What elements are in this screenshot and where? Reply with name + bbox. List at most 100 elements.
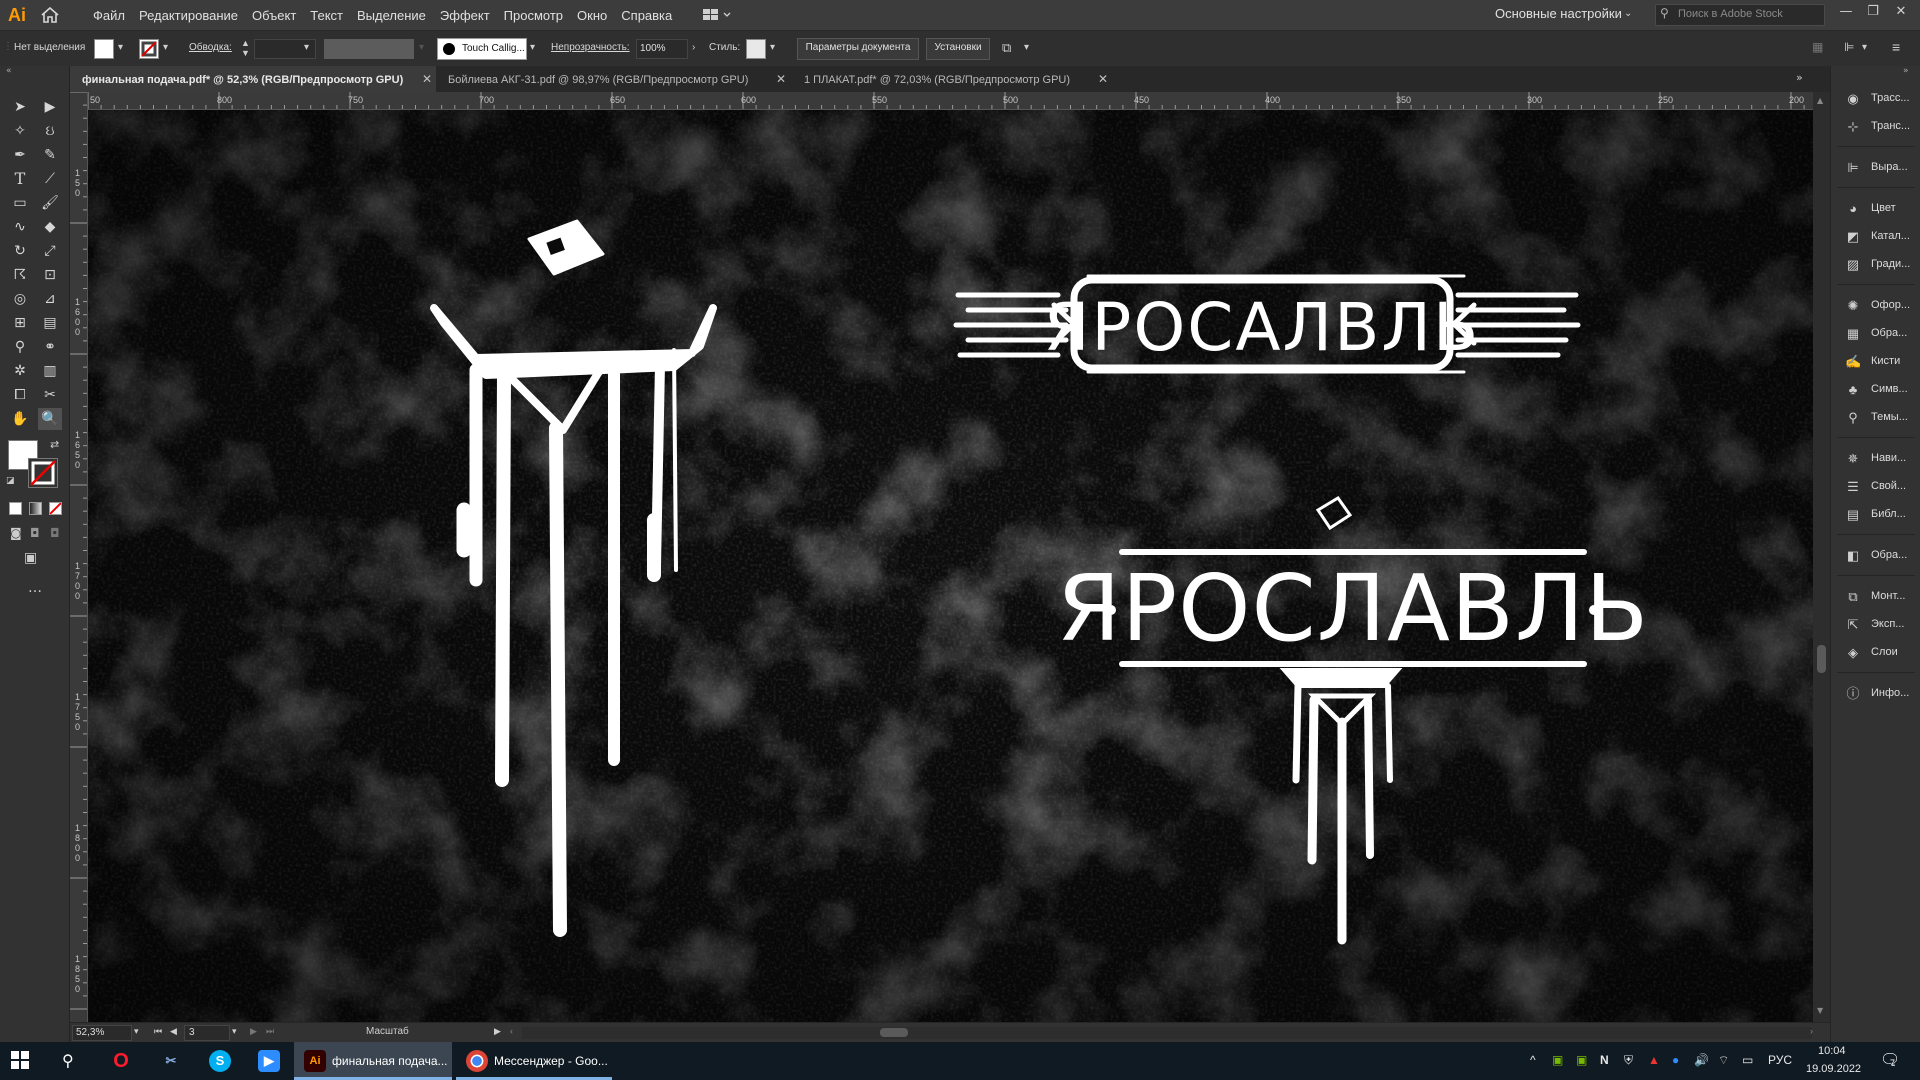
zoom-icon[interactable]: ▶ bbox=[258, 1050, 280, 1072]
scroll-down-icon[interactable]: ▼ bbox=[1817, 1006, 1823, 1015]
chevron-down-icon[interactable]: ▾ bbox=[770, 42, 775, 53]
panel-navigator[interactable]: ✵ Нави... bbox=[1831, 448, 1920, 470]
panel-gradient[interactable]: ▨ Гради... bbox=[1831, 254, 1920, 276]
workspace-switcher[interactable]: Основные настройки bbox=[1495, 6, 1622, 21]
chevron-down-icon[interactable]: ▾ bbox=[163, 42, 168, 53]
selection-tool-icon[interactable]: ➤ bbox=[8, 96, 32, 118]
chevron-down-icon[interactable]: ▾ bbox=[1862, 42, 1867, 53]
taskbar-app-illustrator[interactable]: Ai финальная подача... bbox=[294, 1042, 452, 1080]
stroke-stepper[interactable]: ▲ ▼ bbox=[241, 38, 250, 58]
security-icon[interactable]: ⛨ bbox=[1624, 1053, 1633, 1068]
variable-width-profile[interactable] bbox=[324, 39, 414, 59]
draw-inside-icon[interactable]: ◘ bbox=[50, 526, 60, 540]
arrange-documents-icon[interactable] bbox=[699, 0, 735, 30]
close-button[interactable]: ✕ bbox=[1891, 4, 1911, 24]
default-colors-icon[interactable]: ◪ bbox=[6, 476, 15, 486]
menu-window[interactable]: Окно bbox=[570, 8, 614, 23]
menu-help[interactable]: Справка bbox=[614, 8, 679, 23]
horizontal-ruler[interactable]: 50 800 750 700 650 600 550 500 450 400 3… bbox=[88, 92, 1813, 110]
menu-effect[interactable]: Эффект bbox=[433, 8, 497, 23]
gradient-tool-icon[interactable]: ▤ bbox=[38, 312, 62, 334]
shape-builder-icon[interactable]: ◎ bbox=[8, 288, 32, 310]
menu-text[interactable]: Текст bbox=[303, 8, 350, 23]
network-n-icon[interactable]: N bbox=[1600, 1053, 1609, 1067]
hand-tool-icon[interactable]: ✋ bbox=[8, 408, 32, 430]
edit-toolbar-icon[interactable]: … bbox=[28, 580, 42, 596]
panel-trace[interactable]: ◉ Трасс... bbox=[1831, 88, 1920, 110]
blend-tool-icon[interactable]: ⚭ bbox=[38, 336, 62, 358]
zoom-field[interactable]: 52,3% bbox=[72, 1025, 132, 1041]
zoom-tray-icon[interactable]: ● bbox=[1672, 1053, 1679, 1067]
none-mode-icon[interactable] bbox=[49, 502, 62, 515]
perspective-grid-icon[interactable]: ⊿ bbox=[38, 288, 62, 310]
stroke-color-box[interactable] bbox=[28, 458, 58, 488]
arrange-icon[interactable]: ⧉ bbox=[1002, 40, 1011, 56]
snipping-tool-icon[interactable]: ✂ bbox=[160, 1050, 182, 1072]
zoom-tool-icon[interactable]: 🔍 bbox=[38, 408, 62, 430]
clock-time[interactable]: 10:04 bbox=[1818, 1045, 1846, 1057]
type-tool-icon[interactable]: T bbox=[8, 168, 32, 190]
taskbar-app-chrome[interactable]: Мессенджер - Goo... bbox=[456, 1042, 612, 1080]
gradient-mode-icon[interactable] bbox=[29, 502, 42, 515]
slice-tool-icon[interactable]: ✂ bbox=[38, 384, 62, 406]
nvidia-icon[interactable]: ▣ bbox=[1552, 1053, 1563, 1067]
notifications-button[interactable]: 🗨 7 bbox=[1880, 1050, 1904, 1072]
rotate-tool-icon[interactable]: ↻ bbox=[8, 240, 32, 262]
magic-wand-icon[interactable]: ✧ bbox=[8, 120, 32, 142]
column-graph-icon[interactable]: ▥ bbox=[38, 360, 62, 382]
eyedropper-icon[interactable]: ⚲ bbox=[8, 336, 32, 358]
menu-file[interactable]: Файл bbox=[86, 8, 132, 23]
home-icon[interactable] bbox=[34, 0, 66, 30]
artboard-canvas[interactable]: ЯРОСАЛВЛЬ ЯРОСЛАВЛЬ bbox=[88, 110, 1813, 1022]
panel-symbols[interactable]: ♣ Симв... bbox=[1831, 379, 1920, 401]
shaper-tool-icon[interactable]: ∿ bbox=[8, 216, 32, 238]
panel-appearance[interactable]: ✺ Офор... bbox=[1831, 295, 1920, 317]
panel-color[interactable]: ◕ Цвет bbox=[1831, 198, 1920, 220]
eraser-icon[interactable]: ◆ bbox=[38, 216, 62, 238]
opacity-label[interactable]: Непрозрачность: bbox=[551, 42, 630, 53]
battery-icon[interactable]: ▭ bbox=[1742, 1053, 1753, 1067]
more-tabs-icon[interactable]: » bbox=[1796, 71, 1803, 84]
lasso-icon[interactable]: ઇ bbox=[38, 120, 62, 142]
panel-swatches[interactable]: ◩ Катал... bbox=[1831, 226, 1920, 248]
pen-tool-icon[interactable]: ✒ bbox=[8, 144, 32, 166]
panel-graphic-styles[interactable]: ▦ Обра... bbox=[1831, 323, 1920, 345]
vertical-scrollbar[interactable] bbox=[1813, 92, 1830, 1022]
chevron-up-icon[interactable]: ^ bbox=[1530, 1053, 1536, 1067]
stock-search-input[interactable]: Поиск в Adobe Stock bbox=[1655, 4, 1825, 26]
next-artboard-icon[interactable]: ▶ bbox=[250, 1026, 257, 1037]
panel-libraries[interactable]: ▤ Библ... bbox=[1831, 504, 1920, 526]
panel-properties[interactable]: ☰ Свой... bbox=[1831, 476, 1920, 498]
tab-document-2[interactable]: Бойлиева АКГ-31.pdf @ 98,97% (RGB/Предпр… bbox=[436, 66, 792, 92]
panel-export[interactable]: ⇱ Эксп... bbox=[1831, 614, 1920, 636]
document-setup-button[interactable]: Параметры документа bbox=[797, 38, 919, 60]
vertical-scroll-thumb[interactable] bbox=[1817, 645, 1826, 673]
prev-artboard-icon[interactable]: ◀ bbox=[170, 1026, 177, 1037]
scroll-up-icon[interactable]: ▲ bbox=[1817, 96, 1823, 105]
app-tray-icon[interactable]: ▲ bbox=[1648, 1053, 1660, 1067]
chevron-down-icon[interactable]: ▾ bbox=[530, 42, 535, 53]
menu-select[interactable]: Выделение bbox=[350, 8, 433, 23]
scale-tool-icon[interactable]: ⤢ bbox=[38, 240, 62, 262]
maximize-button[interactable]: ❐ bbox=[1863, 4, 1883, 24]
language-indicator[interactable]: РУС bbox=[1768, 1053, 1792, 1067]
panel-toggle-icon[interactable]: ▦ bbox=[1812, 40, 1823, 54]
chevron-down-icon[interactable]: ⌄ bbox=[1624, 8, 1632, 19]
artboard-tool-icon[interactable]: ⧠ bbox=[8, 384, 32, 406]
fill-swatch[interactable] bbox=[94, 39, 114, 59]
rectangle-tool-icon[interactable]: ▭ bbox=[8, 192, 32, 214]
collapse-icon[interactable]: « bbox=[6, 66, 12, 76]
horizontal-scrollbar[interactable] bbox=[522, 1027, 1812, 1039]
opacity-input[interactable]: 100% bbox=[636, 39, 688, 59]
free-transform-icon[interactable]: ⊡ bbox=[38, 264, 62, 286]
tab-document-3[interactable]: 1 ПЛАКАТ.pdf* @ 72,03% (RGB/Предпросмотр… bbox=[792, 66, 1112, 92]
draw-normal-icon[interactable]: ◙ bbox=[10, 526, 22, 540]
tab-document-1[interactable]: финальная подача.pdf* @ 52,3% (RGB/Предп… bbox=[70, 66, 436, 92]
panel-align[interactable]: ⊫ Выра... bbox=[1831, 157, 1920, 179]
curvature-tool-icon[interactable]: ✎ bbox=[38, 144, 62, 166]
wifi-icon[interactable]: ⌔ bbox=[1718, 1053, 1729, 1068]
color-mode-icon[interactable] bbox=[9, 502, 22, 515]
chevron-down-icon[interactable]: ▾ bbox=[304, 42, 309, 53]
paintbrush-icon[interactable]: 🖌 bbox=[38, 192, 62, 214]
panel-themes[interactable]: ⚲ Темы... bbox=[1831, 407, 1920, 429]
